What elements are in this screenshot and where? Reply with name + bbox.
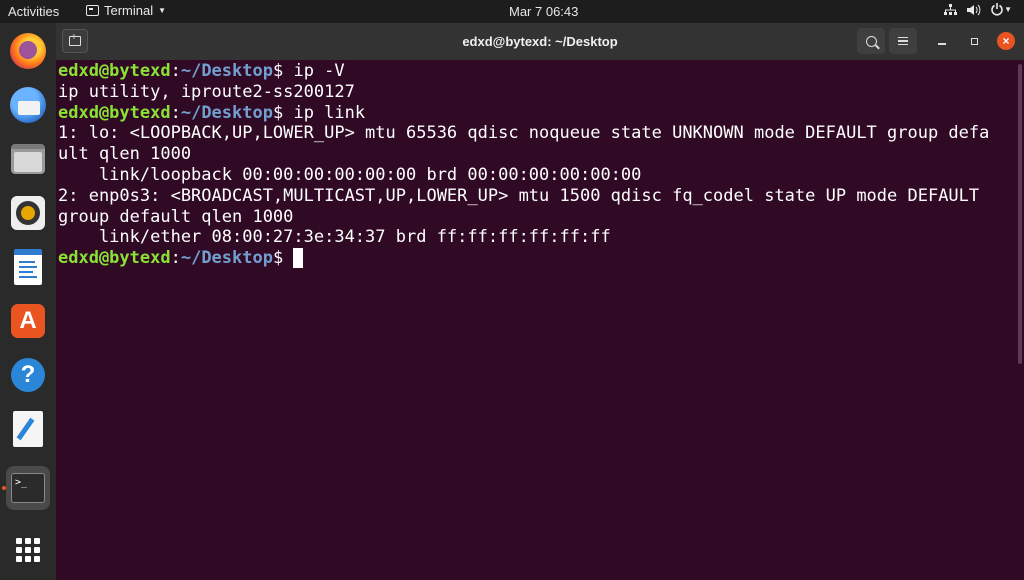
command-text: ip -V xyxy=(293,61,345,81)
menu-button[interactable] xyxy=(889,28,917,54)
prompt-path: ~/Desktop xyxy=(180,102,273,123)
terminal-output[interactable]: edxd@bytexd:~/Desktop$ ip -V ip utility, … xyxy=(56,60,1016,580)
output-line: 1: lo: <LOOPBACK,UP,LOWER_UP> mtu 65536 … xyxy=(58,123,990,144)
dock-item-thunderbird[interactable] xyxy=(6,83,50,127)
writer-icon xyxy=(14,249,42,285)
output-line: ip utility, iproute2-ss200127 xyxy=(58,81,355,102)
minimize-button[interactable] xyxy=(936,35,948,47)
dock: A ? >_ xyxy=(0,23,56,580)
output-line: 2: enp0s3: <BROADCAST,MULTICAST,UP,LOWER… xyxy=(58,185,980,206)
dock-item-terminal[interactable]: >_ xyxy=(6,466,50,510)
maximize-button[interactable] xyxy=(968,35,980,47)
prompt-symbol: $ xyxy=(272,102,294,123)
prompt-line: edxd@bytexd:~/Desktop$ ip link xyxy=(58,103,1016,124)
prompt-symbol: $ xyxy=(272,61,294,81)
files-icon xyxy=(11,144,45,174)
output-line: link/ether 08:00:27:3e:34:37 brd ff:ff:f… xyxy=(58,227,611,248)
show-applications-button[interactable] xyxy=(6,528,50,572)
dock-item-firefox[interactable] xyxy=(6,29,50,73)
software-icon: A xyxy=(11,304,45,338)
output-line: group default qlen 1000 xyxy=(58,206,294,227)
chevron-down-icon: ▼ xyxy=(158,6,167,15)
close-button[interactable]: × xyxy=(997,32,1015,50)
scrollbar-thumb[interactable] xyxy=(1018,64,1022,364)
app-menu-label: Terminal xyxy=(104,3,154,18)
output-line: ult qlen 1000 xyxy=(58,144,192,165)
prompt-user-host: edxd@bytexd xyxy=(58,61,171,81)
maximize-icon xyxy=(970,37,978,45)
prompt-colon: : xyxy=(170,248,181,269)
search-button[interactable] xyxy=(857,28,885,54)
text-editor-icon xyxy=(13,411,43,447)
system-tray[interactable]: ▼ xyxy=(944,3,1012,16)
dock-item-software[interactable]: A xyxy=(6,299,50,343)
power-icon[interactable]: ▼ xyxy=(991,3,1012,16)
activities-button[interactable]: Activities xyxy=(8,4,59,19)
volume-icon[interactable] xyxy=(967,4,981,16)
prompt-line: edxd@bytexd:~/Desktop$ ip -V xyxy=(58,61,1016,82)
dock-item-rhythmbox[interactable] xyxy=(6,191,50,235)
prompt-user-host: edxd@bytexd xyxy=(58,102,171,123)
prompt-path: ~/Desktop xyxy=(180,61,273,81)
terminal-scrollbar[interactable] xyxy=(1016,60,1024,580)
prompt-colon: : xyxy=(170,61,181,81)
clock[interactable]: Mar 7 06:43 xyxy=(509,4,578,19)
help-icon: ? xyxy=(11,358,45,392)
minimize-icon xyxy=(938,43,946,45)
text-cursor xyxy=(293,248,304,269)
chevron-down-icon: ▼ xyxy=(1004,5,1012,14)
dock-item-writer[interactable] xyxy=(6,245,50,289)
prompt-path: ~/Desktop xyxy=(180,248,273,269)
prompt-line: edxd@bytexd:~/Desktop$ xyxy=(58,248,1016,269)
top-bar: Activities Terminal ▼ Mar 7 06:43 ▼ xyxy=(0,0,1024,23)
firefox-icon xyxy=(10,33,46,69)
prompt-symbol: $ xyxy=(272,248,294,269)
search-icon xyxy=(865,35,877,47)
prompt-colon: : xyxy=(170,102,181,123)
dock-item-files[interactable] xyxy=(6,137,50,181)
terminal-headerbar: edxd@bytexd: ~/Desktop × xyxy=(56,23,1024,60)
dock-item-help[interactable]: ? xyxy=(6,353,50,397)
app-menu[interactable]: Terminal ▼ xyxy=(86,3,166,18)
close-icon: × xyxy=(1002,34,1010,48)
terminal-icon: >_ xyxy=(11,473,45,503)
thunderbird-icon xyxy=(10,87,46,123)
app-grid-icon xyxy=(16,538,40,562)
terminal-icon xyxy=(86,5,99,16)
dock-item-text-editor[interactable] xyxy=(6,407,50,451)
network-icon[interactable] xyxy=(944,3,958,16)
prompt-user-host: edxd@bytexd xyxy=(58,248,171,269)
output-line: link/loopback 00:00:00:00:00:00 brd 00:0… xyxy=(58,164,642,185)
command-text: ip link xyxy=(293,102,366,123)
hamburger-menu-icon xyxy=(898,37,908,45)
rhythmbox-icon xyxy=(11,196,45,230)
